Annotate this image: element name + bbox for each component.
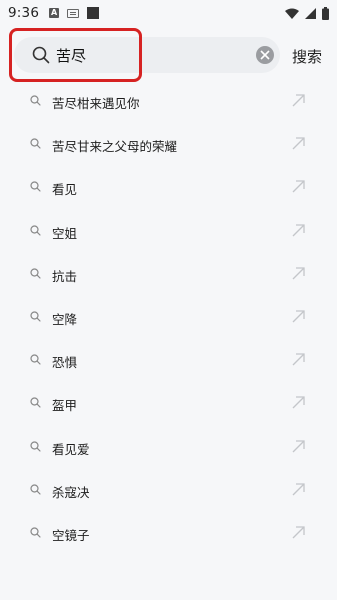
fill-query-arrow-icon[interactable] <box>291 179 306 194</box>
search-icon <box>30 440 41 452</box>
fill-query-arrow-icon[interactable] <box>291 482 306 497</box>
keyboard-icon <box>67 8 80 18</box>
search-submit-button[interactable]: 搜索 <box>292 46 322 67</box>
suggestion-item[interactable]: 抗击 <box>0 253 337 296</box>
battery-icon <box>322 6 329 20</box>
status-right <box>285 6 329 20</box>
suggestion-item[interactable]: 空姐 <box>0 210 337 253</box>
suggestion-label: 恐惧 <box>52 355 78 371</box>
search-icon <box>30 311 41 322</box>
suggestion-item[interactable]: 看见 <box>0 166 337 209</box>
wifi-icon <box>285 8 299 19</box>
search-icon <box>30 527 41 538</box>
suggestion-label: 看见爱 <box>52 441 90 457</box>
status-time: 9:36 <box>8 5 40 21</box>
fill-query-arrow-icon[interactable] <box>291 93 306 108</box>
search-icon <box>30 95 41 106</box>
suggestion-item[interactable]: 苦尽柑来遇见你 <box>0 80 337 123</box>
suggestion-label: 盔甲 <box>52 398 78 414</box>
signal-icon <box>305 7 316 19</box>
suggestion-item[interactable]: 杀寇决 <box>0 469 337 512</box>
suggestion-label: 苦尽甘来之父母的荣耀 <box>52 139 178 155</box>
suggestion-label: 空镜子 <box>52 528 90 543</box>
close-icon <box>260 50 270 60</box>
fill-query-arrow-icon[interactable] <box>291 136 306 151</box>
status-bar: 9:36 A <box>0 0 337 26</box>
search-icon <box>30 397 41 408</box>
fill-query-arrow-icon[interactable] <box>291 439 306 454</box>
search-screen: 9:36 A 苦尽 搜索 苦尽柑来遇见你 苦尽甘来之父母的荣耀 看见 空姐 抗击… <box>0 0 337 600</box>
highlight-annotation <box>9 28 142 82</box>
fill-query-arrow-icon[interactable] <box>291 525 306 540</box>
notification-square-icon <box>87 7 100 19</box>
suggestion-item[interactable]: 空降 <box>0 296 337 339</box>
suggestion-label: 抗击 <box>52 268 78 284</box>
suggestion-label: 空姐 <box>52 225 78 241</box>
fill-query-arrow-icon[interactable] <box>291 309 306 324</box>
clear-search-button[interactable] <box>256 46 274 64</box>
suggestion-item[interactable]: 看见爱 <box>0 426 337 469</box>
search-icon <box>30 268 41 279</box>
fill-query-arrow-icon[interactable] <box>291 352 306 367</box>
fill-query-arrow-icon[interactable] <box>291 395 306 410</box>
suggestion-label: 苦尽柑来遇见你 <box>52 96 140 111</box>
suggestion-item[interactable]: 空镜子 <box>0 512 337 555</box>
fill-query-arrow-icon[interactable] <box>291 223 306 238</box>
suggestion-item[interactable]: 苦尽甘来之父母的荣耀 <box>0 123 337 166</box>
search-icon <box>30 224 41 236</box>
suggestion-label: 杀寇决 <box>52 484 90 500</box>
notification-a-icon: A <box>49 8 60 18</box>
suggestion-label: 看见 <box>52 182 78 198</box>
search-icon <box>30 181 41 192</box>
suggestion-item[interactable]: 盔甲 <box>0 382 337 425</box>
search-icon <box>30 354 41 365</box>
search-icon <box>30 138 41 149</box>
search-icon <box>30 484 41 495</box>
fill-query-arrow-icon[interactable] <box>291 266 306 281</box>
suggestion-item[interactable]: 恐惧 <box>0 339 337 382</box>
suggestion-label: 空降 <box>52 312 78 327</box>
